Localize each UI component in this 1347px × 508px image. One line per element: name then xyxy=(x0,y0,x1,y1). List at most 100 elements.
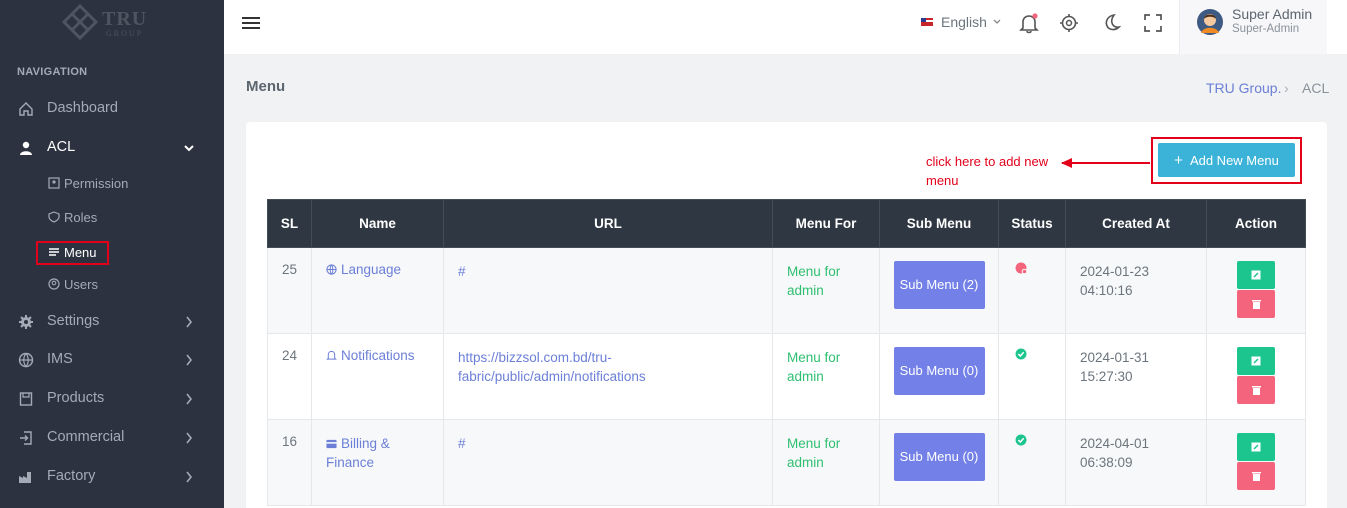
delete-button[interactable] xyxy=(1237,462,1275,490)
hamburger-menu-icon[interactable] xyxy=(242,15,260,31)
cell-status xyxy=(998,247,1066,334)
chevron-down-icon xyxy=(993,19,1001,24)
sub-menu-button[interactable]: Sub Menu (2) xyxy=(893,261,985,309)
sidebar-item-label: Dashboard xyxy=(47,100,118,116)
cell-sl: 25 xyxy=(267,247,312,334)
sidebar-item-ims[interactable]: IMS xyxy=(0,341,224,379)
cell-url: # xyxy=(443,419,773,506)
menu-for-text: Menu for admin xyxy=(787,264,841,298)
sidebar-item-factory[interactable]: Factory xyxy=(0,458,224,496)
trash-icon xyxy=(1251,471,1261,481)
chevron-right-icon xyxy=(186,393,193,405)
status-active-icon[interactable] xyxy=(1015,348,1027,360)
gear-icon[interactable] xyxy=(1058,12,1080,34)
sidebar-subitem-menu[interactable]: Menu xyxy=(48,241,97,263)
menu-name-link[interactable]: Language xyxy=(326,262,401,277)
trash-icon xyxy=(1251,299,1261,309)
created-at-text: 2024-01-31 15:27:30 xyxy=(1080,350,1150,384)
sidebar-subitem-label: Roles xyxy=(64,209,98,225)
table-row: 25 Language # Menu for admin Sub Menu (2… xyxy=(267,247,1306,334)
table-header-row: SL Name URL Menu For Sub Menu Status Cre… xyxy=(267,199,1306,248)
status-inactive-icon[interactable] xyxy=(1015,262,1028,275)
sidebar-item-dashboard[interactable]: Dashboard xyxy=(0,90,224,128)
delete-button[interactable] xyxy=(1237,290,1275,318)
home-icon xyxy=(19,102,33,116)
add-button-label: Add New Menu xyxy=(1189,152,1279,168)
cell-menu-for: Menu for admin xyxy=(772,419,880,506)
cell-menu-for: Menu for admin xyxy=(772,333,880,420)
col-header-sl: SL xyxy=(267,199,312,248)
col-header-created-at: Created At xyxy=(1065,199,1207,248)
sidebar: TRU GROUP NAVIGATION Dashboard ACL Permi… xyxy=(0,0,224,508)
sidebar-subitem-permission[interactable]: Permission xyxy=(48,172,128,194)
cell-action xyxy=(1206,247,1306,334)
col-header-status: Status xyxy=(998,199,1066,248)
sub-menu-button[interactable]: Sub Menu (0) xyxy=(893,347,985,395)
sidebar-item-label: Products xyxy=(47,390,105,406)
menu-name-link[interactable]: Billing & Finance xyxy=(326,436,390,470)
sidebar-item-acl[interactable]: ACL xyxy=(0,129,224,167)
sidebar-item-products[interactable]: Products xyxy=(0,380,224,418)
cell-created-at: 2024-01-23 04:10:16 xyxy=(1065,247,1207,334)
sub-menu-button[interactable]: Sub Menu (0) xyxy=(893,433,985,481)
chevron-right-icon xyxy=(186,432,193,444)
edit-button[interactable] xyxy=(1237,261,1275,289)
brand-logo[interactable]: TRU GROUP xyxy=(60,3,160,41)
menu-name-text: Language xyxy=(341,262,402,277)
user-name: Super Admin xyxy=(1232,6,1313,22)
breadcrumb-home[interactable]: TRU Group. xyxy=(1206,80,1281,96)
created-at-text: 2024-01-23 04:10:16 xyxy=(1080,264,1150,298)
plus-icon: + xyxy=(1174,151,1183,169)
globe-icon xyxy=(18,352,34,368)
status-active-icon[interactable] xyxy=(1015,434,1027,446)
col-header-sub-menu: Sub Menu xyxy=(879,199,999,248)
url-text: https://bizzsol.com.bd/tru-fabric/public… xyxy=(458,350,646,384)
cell-name: Billing & Finance xyxy=(311,419,444,506)
delete-button[interactable] xyxy=(1237,376,1275,404)
bell-icon[interactable] xyxy=(1018,12,1040,34)
moon-icon[interactable] xyxy=(1100,12,1122,34)
sidebar-item-commercial[interactable]: Commercial xyxy=(0,419,224,457)
trash-icon xyxy=(1251,385,1261,395)
cell-sl: 24 xyxy=(267,333,312,420)
url-text: # xyxy=(458,436,466,451)
sidebar-item-settings[interactable]: Settings xyxy=(0,303,224,341)
sidebar-item-label: IMS xyxy=(47,351,73,367)
menu-name-link[interactable]: Notifications xyxy=(326,348,415,363)
col-header-name: Name xyxy=(311,199,444,248)
cell-created-at: 2024-01-31 15:27:30 xyxy=(1065,333,1207,420)
col-header-menu-for: Menu For xyxy=(772,199,880,248)
fullscreen-icon[interactable] xyxy=(1142,12,1164,34)
col-header-action: Action xyxy=(1206,199,1306,248)
cell-sub-menu: Sub Menu (0) xyxy=(879,419,999,506)
permission-icon xyxy=(48,177,60,189)
bell-icon xyxy=(326,350,337,360)
users-icon xyxy=(48,278,60,290)
sidebar-item-label: Settings xyxy=(47,313,100,329)
breadcrumb-current: ACL xyxy=(1302,80,1330,96)
sidebar-subitem-label: Users xyxy=(64,276,98,292)
user-profile[interactable]: Super Admin Super-Admin xyxy=(1179,0,1327,54)
annotation-arrow-icon xyxy=(1061,158,1150,168)
sidebar-item-label: Factory xyxy=(47,468,96,484)
sidebar-subitem-users[interactable]: Users xyxy=(48,273,98,295)
col-header-url: URL xyxy=(443,199,773,248)
cell-sl: 16 xyxy=(267,419,312,506)
add-new-menu-button[interactable]: + Add New Menu xyxy=(1158,143,1295,177)
language-selector[interactable]: English xyxy=(921,14,1002,30)
created-at-text: 2024-04-01 06:38:09 xyxy=(1080,436,1150,470)
menu-lines-icon xyxy=(49,248,59,256)
sidebar-subitem-roles[interactable]: Roles xyxy=(48,206,97,228)
cell-action xyxy=(1206,333,1306,420)
cell-status xyxy=(998,419,1066,506)
edit-button[interactable] xyxy=(1237,433,1275,461)
globe-icon xyxy=(326,264,337,275)
brand-name: TRU xyxy=(102,8,148,30)
cell-status xyxy=(998,333,1066,420)
menu-name-text: Notifications xyxy=(341,348,415,363)
cell-action xyxy=(1206,419,1306,506)
sign-in-icon xyxy=(20,431,32,445)
brand-sub: GROUP xyxy=(106,29,144,38)
edit-button[interactable] xyxy=(1237,347,1275,375)
cell-sub-menu: Sub Menu (2) xyxy=(879,247,999,334)
